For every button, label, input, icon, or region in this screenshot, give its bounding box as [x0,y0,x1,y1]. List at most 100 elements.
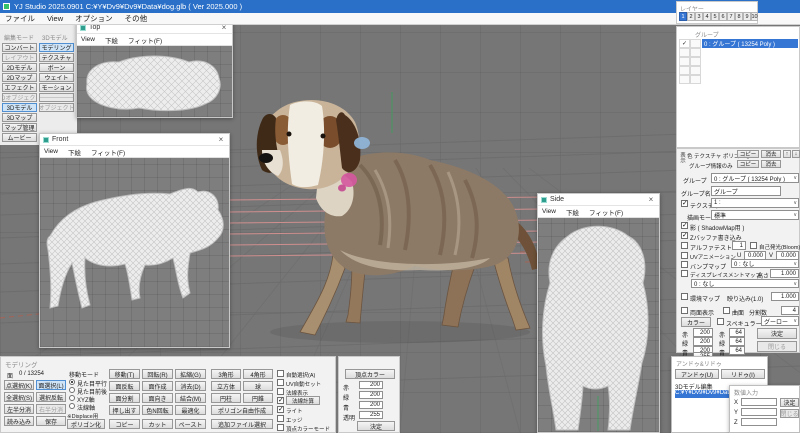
sub-bone[interactable]: ボーン [39,63,74,72]
copy2-button[interactable]: コピー [737,160,759,168]
divisions-input[interactable]: 4 [781,306,799,315]
layer-4[interactable]: 4 [703,12,711,21]
top-view-canvas[interactable] [77,46,232,117]
cut-button[interactable]: カット [142,419,173,429]
envmap-checkbox[interactable] [681,293,688,300]
create-face-button[interactable]: 面作成 [142,381,173,391]
normal-display-checkbox[interactable] [277,388,284,395]
auto-select-label[interactable]: 自動選択(A) [286,371,315,379]
move-mode-radio-2[interactable] [69,395,75,401]
uv-auto-checkbox[interactable] [277,379,284,386]
side-view-canvas[interactable] [538,218,659,432]
twoside-checkbox[interactable] [681,307,688,314]
move-button[interactable]: 移動(T) [109,369,140,379]
fit-menu-item[interactable]: フィット(F) [91,147,125,157]
flip-face-button[interactable]: 面反転 [109,381,140,391]
underlay-menu-item[interactable]: 下絵 [566,207,579,217]
view-menu-item[interactable]: View [542,208,556,215]
spec-red-input[interactable]: 64 [729,328,745,337]
cube-button[interactable]: 立方体 [211,381,241,391]
texture-checkbox[interactable] [681,200,688,207]
layer-1[interactable]: 1 [679,12,687,21]
group-name-input[interactable]: グループ [711,186,781,196]
invert-selection-button[interactable]: 選択反転 [36,392,66,402]
copy-button[interactable]: コピー [109,419,140,429]
free-polygon-button[interactable]: ポリゴン自由作成 [211,405,273,415]
vertex-color-mode-checkbox[interactable] [277,424,284,431]
group-cell[interactable] [679,57,690,66]
save-button[interactable]: 保存 [36,416,66,426]
face-orientation-button[interactable]: 面向き [142,393,173,403]
vertex-color-mode-label[interactable]: 頂点カラーモード [286,425,330,433]
sub-motion[interactable]: モーション [39,83,74,92]
layer-7[interactable]: 7 [727,12,735,21]
alphatest-input[interactable]: 1 [732,241,746,250]
extrude-button[interactable]: 押し出す [109,405,140,415]
sub-weight[interactable]: ウェイト [39,73,74,82]
polygonize-button[interactable]: ポリゴン化 [67,419,105,429]
texture-select[interactable]: 1 : [711,198,799,208]
displacement-select[interactable]: 0 : なし [691,279,799,288]
menu-options[interactable]: オプション [75,13,113,24]
shading-select[interactable]: グーロー [761,316,799,326]
move-mode-option-3[interactable]: 法線軸 [77,403,95,412]
copy1-button[interactable]: コピー [737,150,759,158]
mode-effect[interactable]: エフェクト [2,83,37,92]
group-cell[interactable] [679,66,690,75]
mode-movie[interactable]: ムービー [2,133,37,142]
color-button[interactable]: カラー [681,317,711,327]
layer-5[interactable]: 5 [711,12,719,21]
move-down-icon[interactable]: ↓ [792,150,800,158]
specular-checkbox[interactable] [717,318,724,325]
vertex-color-button[interactable]: 頂点カラー [345,369,395,379]
normal-calc-label[interactable]: 法線計算 [286,396,320,405]
group-cell[interactable] [690,57,701,66]
cylinder-button[interactable]: 円柱 [211,393,241,403]
mode-3dmap[interactable]: 3Dマップ [2,113,37,122]
group-cell[interactable] [690,75,701,84]
fit-menu-item[interactable]: フィット(F) [589,207,623,217]
vc-apply-button[interactable]: 決定 [357,421,395,431]
layer-3[interactable]: 3 [695,12,703,21]
zbuffer-checkbox[interactable] [681,232,688,239]
shadow-checkbox[interactable] [681,222,688,229]
sphere-button[interactable]: 球 [243,381,273,391]
add-file-button[interactable]: 追加ファイル選択 [211,419,273,429]
mode-2dmodel[interactable]: 2Dモデル [2,63,37,72]
face-select-button[interactable]: 面選択(L) [36,380,66,390]
redo-button[interactable]: リドゥ(I) [721,369,765,379]
group-lock-cell[interactable] [690,39,701,48]
bumpmap-checkbox[interactable] [681,261,688,268]
rotate-button[interactable]: 回転(R) [142,369,173,379]
optimize-button[interactable]: 最適化 [175,405,206,415]
layer-2[interactable]: 2 [687,12,695,21]
triangle-button[interactable]: 3角形 [211,369,241,379]
move-mode-radio-0[interactable] [69,379,75,385]
close-icon[interactable]: × [646,195,656,204]
menu-view[interactable]: View [47,14,63,23]
layer-8[interactable]: 8 [735,12,743,21]
mode-convert[interactable]: コンバート [2,43,37,52]
spec-blue-input[interactable]: 64 [729,346,745,355]
undo-button[interactable]: アンドゥ(U) [675,369,719,379]
bumpmap-select[interactable]: 0 : なし [731,259,799,268]
group-cell[interactable] [690,66,701,75]
uv-auto-label[interactable]: UV自動セット [286,380,321,388]
surface-checkbox[interactable] [723,307,730,314]
mode-mapmanage[interactable]: マップ管理 [2,123,37,132]
split-face-button[interactable]: 面分割 [109,393,140,403]
layer-9[interactable]: 9 [743,12,751,21]
quad-button[interactable]: 4角形 [243,369,273,379]
group-select[interactable]: 0 : グループ ( 13254 Poly ) [711,173,799,183]
vc-green-input[interactable]: 200 [359,391,383,399]
red-input[interactable]: 200 [693,328,713,337]
mode-2dmap[interactable]: 2Dマップ [2,73,37,82]
paste-button[interactable]: ペースト [175,419,206,429]
bloom-checkbox[interactable] [750,242,757,249]
z-input[interactable] [741,418,777,426]
alphatest-checkbox[interactable] [681,242,688,249]
sub-modeling[interactable]: モデリング [39,43,74,52]
front-view-canvas[interactable] [40,158,229,347]
view-menu-item[interactable]: View [44,148,58,155]
group-visible-checkbox[interactable]: ✓ [679,39,690,48]
